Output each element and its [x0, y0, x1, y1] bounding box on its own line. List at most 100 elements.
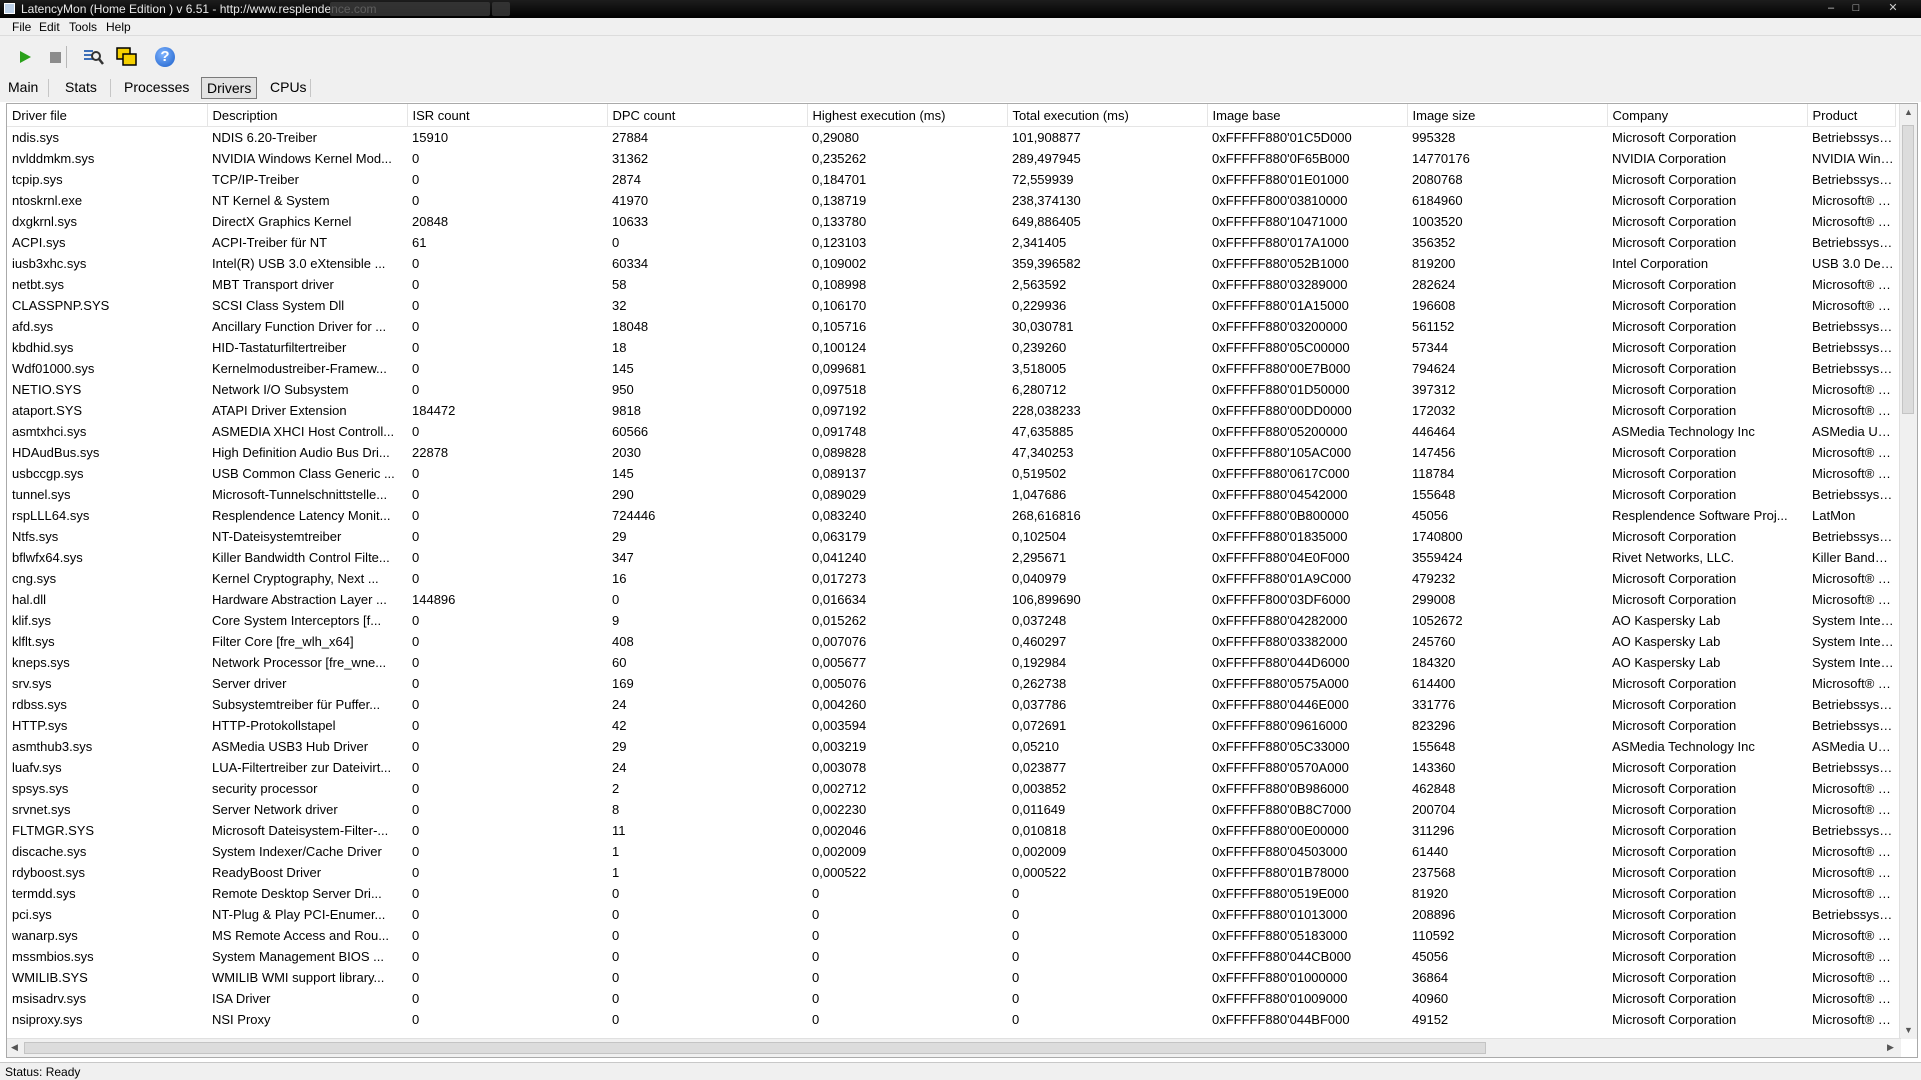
table-row[interactable]: kbdhid.sys HID-Tastaturfiltertreiber 0 18 0,…	[7, 337, 1895, 358]
cell-total-execution: 0,037786	[1012, 697, 1067, 712]
table-row[interactable]: bflwfx64.sys Killer Bandwidth Control Fil…	[7, 547, 1895, 568]
table-row[interactable]: asmtxhci.sys ASMEDIA XHCI Host Controll..…	[7, 421, 1895, 442]
tab-main[interactable]: Main	[3, 76, 43, 98]
windows-button[interactable]	[116, 46, 138, 68]
tab-processes[interactable]: Processes	[119, 76, 194, 98]
tab-drivers[interactable]: Drivers	[201, 77, 258, 99]
column-header-highest-execution[interactable]: Highest execution (ms)	[807, 104, 1008, 127]
cell-description: TCP/IP-Treiber	[212, 172, 299, 187]
table-row[interactable]: rdbss.sys Subsystemtreiber für Puffer... 0…	[7, 694, 1895, 715]
column-header-image-base[interactable]: Image base	[1207, 104, 1408, 127]
tab-cpus[interactable]: CPUs	[265, 76, 312, 98]
table-row[interactable]: rspLLL64.sys Resplendence Latency Monit..…	[7, 505, 1895, 526]
column-header-description[interactable]: Description	[207, 104, 408, 127]
table-row[interactable]: wanarp.sys MS Remote Access and Rou... 0 0 0…	[7, 925, 1895, 946]
table-row[interactable]: ndis.sys NDIS 6.20-Treiber 15910 27884 0,290…	[7, 127, 1895, 149]
table-row[interactable]: nvlddmkm.sys NVIDIA Windows Kernel Mod...…	[7, 148, 1895, 169]
stop-button[interactable]	[44, 46, 66, 68]
menu-file[interactable]: File	[12, 20, 31, 34]
table-row[interactable]: netbt.sys MBT Transport driver 0 58 0,108998…	[7, 274, 1895, 295]
table-row[interactable]: WMILIB.SYS WMILIB WMI support library... 0…	[7, 967, 1895, 988]
column-header-image-size[interactable]: Image size	[1407, 104, 1608, 127]
cell-description: Filter Core [fre_wlh_x64]	[212, 634, 354, 649]
table-row[interactable]: ntoskrnl.exe NT Kernel & System 0 41970 0,13…	[7, 190, 1895, 211]
scroll-right-icon[interactable]: ▶	[1887, 1042, 1894, 1053]
scroll-up-icon[interactable]: ▲	[1904, 107, 1913, 117]
table-row[interactable]: rdyboost.sys ReadyBoost Driver 0 1 0,000522 0…	[7, 862, 1895, 883]
maximize-icon[interactable]: □	[1845, 1, 1867, 16]
table-row[interactable]: nsiproxy.sys NSI Proxy 0 0 0 0 0xFFFFF880'044B…	[7, 1009, 1895, 1030]
tab-stats[interactable]: Stats	[60, 76, 102, 98]
table-row[interactable]: ACPI.sys ACPI-Treiber für NT 61 0 0,123103 2,…	[7, 232, 1895, 253]
table-row[interactable]: FLTMGR.SYS Microsoft Dateisystem-Filter-.…	[7, 820, 1895, 841]
table-row[interactable]: Wdf01000.sys Kernelmodustreiber-Framew...…	[7, 358, 1895, 379]
cell-driver-file: iusb3xhc.sys	[12, 256, 87, 271]
table-row[interactable]: cng.sys Kernel Cryptography, Next ... 0 16 0…	[7, 568, 1895, 589]
scroll-down-icon[interactable]: ▼	[1904, 1025, 1913, 1035]
table-row[interactable]: HTTP.sys HTTP-Protokollstapel 0 42 0,003594 0…	[7, 715, 1895, 736]
processes-view-button[interactable]	[82, 46, 104, 68]
table-row[interactable]: asmthub3.sys ASMedia USB3 Hub Driver 0 29 0,…	[7, 736, 1895, 757]
table-row[interactable]: usbccgp.sys USB Common Class Generic ... 0…	[7, 463, 1895, 484]
table-row[interactable]: msisadrv.sys ISA Driver 0 0 0 0 0xFFFFF880'010…	[7, 988, 1895, 1009]
table-row[interactable]: CLASSPNP.SYS SCSI Class System Dll 0 32 0,10…	[7, 295, 1895, 316]
column-header-total-execution[interactable]: Total execution (ms)	[1007, 104, 1208, 127]
table-row[interactable]: tcpip.sys TCP/IP-Treiber 0 2874 0,184701 72,5…	[7, 169, 1895, 190]
cell-product: LatMon	[1812, 508, 1856, 523]
cell-description: Subsystemtreiber für Puffer...	[212, 697, 381, 712]
cell-product: Betriebssystem	[1812, 319, 1895, 334]
table-row[interactable]: termdd.sys Remote Desktop Server Dri... 0 0…	[7, 883, 1895, 904]
table-row[interactable]: luafv.sys LUA-Filtertreiber zur Dateivirt…	[7, 757, 1895, 778]
horizontal-scrollbar[interactable]: ◀ ▶	[7, 1038, 1901, 1057]
table-row[interactable]: dxgkrnl.sys DirectX Graphics Kernel 20848 1…	[7, 211, 1895, 232]
table-row[interactable]: spsys.sys security processor 0 2 0,002712 0,0…	[7, 778, 1895, 799]
cell-description: NVIDIA Windows Kernel Mod...	[212, 151, 392, 166]
menu-help[interactable]: Help	[106, 20, 131, 34]
cell-total-execution: 0	[1012, 970, 1020, 985]
table-row[interactable]: NETIO.SYS Network I/O Subsystem 0 950 0,0975…	[7, 379, 1895, 400]
vertical-scroll-thumb[interactable]	[1902, 125, 1914, 414]
table-row[interactable]: hal.dll Hardware Abstraction Layer ... 144…	[7, 589, 1895, 610]
cell-isr-count: 0	[412, 949, 420, 964]
table-row[interactable]: kneps.sys Network Processor [fre_wne... 0 6…	[7, 652, 1895, 673]
column-header-isr-count[interactable]: ISR count	[407, 104, 608, 127]
help-button[interactable]: ?	[154, 46, 176, 68]
cell-description: Core System Interceptors [f...	[212, 613, 382, 628]
column-header-company[interactable]: Company	[1607, 104, 1808, 127]
vertical-scrollbar[interactable]: ▲ ▼	[1899, 104, 1917, 1039]
table-row[interactable]: srvnet.sys Server Network driver 0 8 0,00223…	[7, 799, 1895, 820]
title-bar: LatencyMon (Home Edition ) v 6.51 - http…	[0, 0, 1921, 18]
table-row[interactable]: discache.sys System Indexer/Cache Driver 0…	[7, 841, 1895, 862]
column-header-product[interactable]: Product	[1807, 104, 1896, 127]
table-row[interactable]: HDAudBus.sys High Definition Audio Bus Dr…	[7, 442, 1895, 463]
cell-description: Hardware Abstraction Layer ...	[212, 592, 387, 607]
cell-highest-execution: 0,091748	[812, 424, 867, 439]
cell-company: Microsoft Corporation	[1612, 571, 1737, 586]
cell-dpc-count: 169	[612, 676, 634, 691]
horizontal-scroll-thumb[interactable]	[24, 1042, 1486, 1054]
cell-total-execution: 268,616816	[1012, 508, 1081, 523]
table-row[interactable]: afd.sys Ancillary Function Driver for ...…	[7, 316, 1895, 337]
table-row[interactable]: iusb3xhc.sys Intel(R) USB 3.0 eXtensible …	[7, 253, 1895, 274]
menu-tools[interactable]: Tools	[69, 20, 97, 34]
scroll-left-icon[interactable]: ◀	[11, 1042, 18, 1053]
start-button[interactable]	[14, 46, 36, 68]
table-row[interactable]: klflt.sys Filter Core [fre_wlh_x64] 0 408 0,…	[7, 631, 1895, 652]
table-row[interactable]: srv.sys Server driver 0 169 0,005076 0,262738…	[7, 673, 1895, 694]
column-header-driver-file[interactable]: Driver file	[7, 104, 208, 127]
minimize-icon[interactable]: –	[1820, 1, 1842, 16]
cell-driver-file: ndis.sys	[12, 130, 59, 145]
table-row[interactable]: klif.sys Core System Interceptors [f... 0 9…	[7, 610, 1895, 631]
column-header-dpc-count[interactable]: DPC count	[607, 104, 808, 127]
cell-company: Microsoft Corporation	[1612, 949, 1737, 964]
table-row[interactable]: pci.sys NT-Plug & Play PCI-Enumer... 0 0 0 0 0…	[7, 904, 1895, 925]
cell-driver-file: asmthub3.sys	[12, 739, 93, 754]
table-row[interactable]: tunnel.sys Microsoft-Tunnelschnittstelle.…	[7, 484, 1895, 505]
cell-description: ISA Driver	[212, 991, 271, 1006]
menu-edit[interactable]: Edit	[39, 20, 60, 34]
table-row[interactable]: ataport.SYS ATAPI Driver Extension 184472 9…	[7, 400, 1895, 421]
table-row[interactable]: Ntfs.sys NT-Dateisystemtreiber 0 29 0,063179…	[7, 526, 1895, 547]
cell-company: Microsoft Corporation	[1612, 697, 1737, 712]
close-icon[interactable]: ✕	[1872, 1, 1914, 16]
table-row[interactable]: mssmbios.sys System Management BIOS ... 0 0…	[7, 946, 1895, 967]
